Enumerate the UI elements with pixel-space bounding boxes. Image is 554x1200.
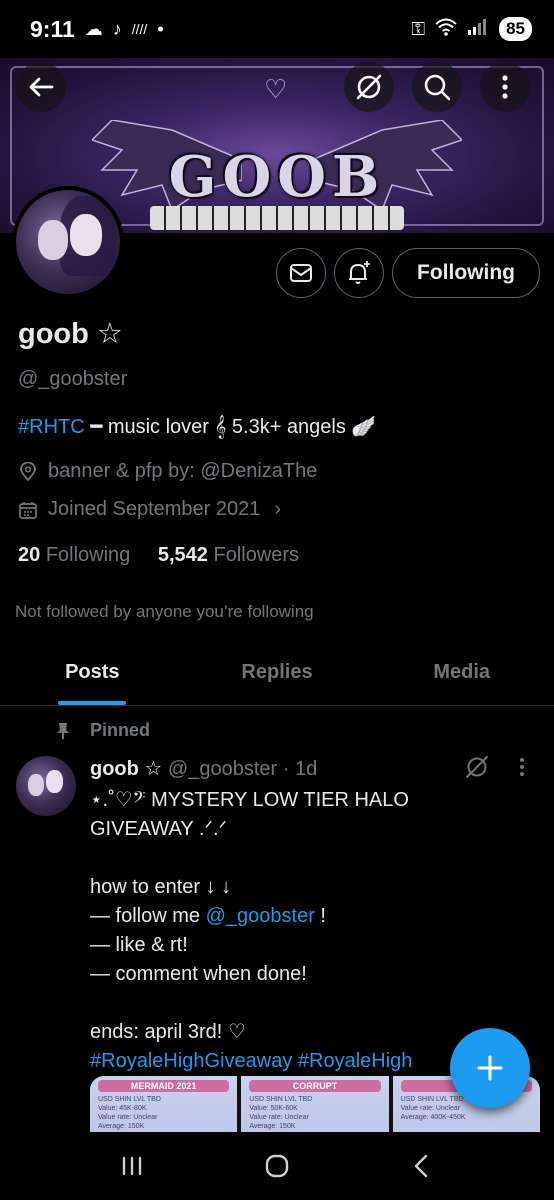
pinned-label: Pinned	[90, 720, 151, 740]
key-icon: ⚿	[411, 18, 426, 39]
not-followed-note: Not followed by anyone you’re following	[15, 602, 314, 621]
search-button[interactable]	[412, 62, 462, 112]
post-line	[90, 989, 450, 1018]
profile-avatar[interactable]	[12, 186, 124, 298]
grok-button[interactable]	[344, 62, 394, 112]
bio-hashtag-link[interactable]: #RHTC	[18, 416, 85, 438]
compose-button[interactable]	[450, 1028, 530, 1108]
more-vertical-icon	[502, 75, 508, 99]
post-author-meta: @_goobster · 1d	[167, 758, 318, 780]
tab-media[interactable]: Media	[369, 640, 554, 705]
home-button[interactable]	[247, 1141, 307, 1191]
location-text: banner & pfp by: @DenizaThe	[48, 460, 318, 482]
back-button[interactable]	[16, 62, 66, 112]
profile-name: goob ☆	[18, 318, 123, 350]
profile-bio: #RHTC ━ music lover 𝄞 5.3k+ angels 🪽	[18, 414, 376, 439]
following-button[interactable]: Following	[392, 248, 540, 298]
post-more-button[interactable]	[518, 756, 526, 778]
post-line: how to enter ↓ ↓	[90, 876, 232, 898]
recents-icon	[123, 1156, 142, 1176]
profile-handle: @_goobster	[18, 368, 128, 390]
post-author-name[interactable]: goob ☆	[90, 758, 162, 780]
post-line: — like & rt!	[90, 934, 188, 956]
post-mention-link[interactable]: @_goobster	[206, 905, 315, 927]
heart-ornament-icon: ♡	[264, 74, 288, 104]
tab-posts[interactable]: Posts	[0, 640, 185, 705]
grok-icon	[356, 74, 382, 100]
more-vertical-icon	[520, 758, 524, 776]
battery-icon: 85	[499, 17, 532, 41]
following-count-link[interactable]: 20 Following	[18, 544, 130, 566]
bell-plus-icon	[349, 261, 370, 284]
more-options-button[interactable]	[480, 62, 530, 112]
system-nav-bar	[0, 1132, 554, 1200]
tiktok-icon: ♪	[112, 18, 122, 39]
calendar-icon	[19, 501, 37, 519]
profile-tabs: Posts Replies Media	[0, 640, 554, 706]
home-icon	[265, 1154, 289, 1178]
status-bar: 9:11 ☁ ♪ //// • ⚿ 85	[0, 0, 554, 58]
search-icon	[424, 74, 451, 101]
followers-count-link[interactable]: 5,542 Followers	[158, 544, 299, 566]
dot-icon: •	[157, 18, 164, 39]
envelope-icon	[290, 264, 312, 282]
joined-text: Joined September 2021	[48, 498, 261, 520]
post-line: — comment when done!	[90, 963, 307, 985]
pinned-indicator: Pinned	[54, 720, 150, 741]
plus-icon	[477, 1055, 503, 1081]
post-line: — follow me @_goobster !	[90, 905, 326, 927]
location-pin-icon	[20, 461, 36, 481]
follow-counts: 20 Following 5,542 Followers	[18, 544, 299, 567]
grok-icon	[466, 756, 488, 778]
status-time: 9:11	[30, 15, 75, 42]
chevron-left-icon	[414, 1154, 427, 1178]
wifi-icon	[435, 18, 457, 41]
profile-location: banner & pfp by: @DenizaThe	[18, 460, 317, 483]
bio-text: ━ music lover 𝄞 5.3k+ angels 🪽	[84, 416, 377, 438]
post-text: ⋆.˚♡𝄢 MYSTERY LOW TIER HALO GIVEAWAY .ᐟ.…	[90, 786, 450, 1076]
post-hashtags[interactable]: #RoyaleHighGiveaway #RoyaleHigh	[90, 1047, 450, 1076]
post-line: GIVEAWAY .ᐟ.ᐟ	[90, 818, 227, 840]
post-grok-button[interactable]	[464, 754, 490, 785]
back-nav-button[interactable]	[392, 1141, 452, 1191]
signal-icon	[467, 18, 489, 41]
tab-replies[interactable]: Replies	[185, 640, 370, 705]
pin-icon	[57, 722, 69, 739]
notifications-button[interactable]	[334, 248, 384, 298]
post-header: goob ☆ @_goobster · 1d	[90, 756, 317, 781]
post-line	[90, 844, 450, 873]
chevron-right-icon: ›	[274, 498, 282, 520]
recent-apps-button[interactable]	[102, 1141, 162, 1191]
arrow-left-icon	[29, 77, 54, 97]
message-button[interactable]	[276, 248, 326, 298]
post-line: ⋆.˚♡𝄢 MYSTERY LOW TIER HALO	[90, 789, 409, 811]
cloud-icon: ☁	[84, 18, 103, 39]
post-line: ends: april 3rd! ♡	[90, 1021, 246, 1043]
profile-joined[interactable]: Joined September 2021 ›	[18, 498, 281, 521]
signal-bars-icon: ////	[131, 21, 148, 37]
post-avatar[interactable]	[16, 756, 76, 816]
